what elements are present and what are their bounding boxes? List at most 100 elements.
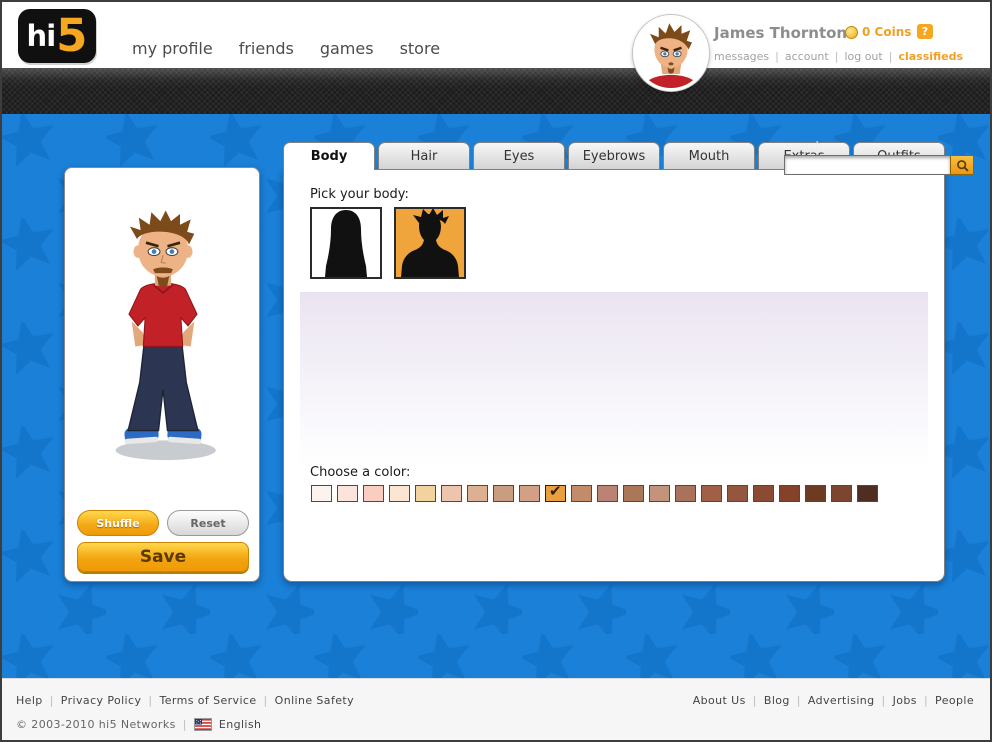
nav-item-store[interactable]: store <box>400 39 440 58</box>
shuffle-button[interactable]: Shuffle <box>77 510 159 536</box>
main-nav: my profile friends games store <box>132 39 440 58</box>
nav-item-friends[interactable]: friends <box>239 39 294 58</box>
male-silhouette-icon <box>401 209 459 277</box>
link-classifieds[interactable]: classifieds <box>898 50 963 63</box>
search-button[interactable] <box>950 155 974 175</box>
footer-link-people[interactable]: People <box>935 694 974 707</box>
color-swatch[interactable] <box>519 485 540 502</box>
body-option-male[interactable] <box>394 207 466 279</box>
separator: | <box>834 50 839 63</box>
separator: | <box>182 718 187 731</box>
footer-copyright-row: © 2003-2010 hi5 Networks | English <box>16 718 261 731</box>
body-options <box>310 207 466 279</box>
color-swatch[interactable] <box>441 485 462 502</box>
color-swatch[interactable] <box>727 485 748 502</box>
link-messages[interactable]: messages <box>714 50 769 63</box>
color-swatch[interactable] <box>389 485 410 502</box>
nav-item-my-profile[interactable]: my profile <box>132 39 213 58</box>
pick-body-label: Pick your body: <box>310 187 409 202</box>
avatar-preview-image <box>115 210 216 461</box>
save-button[interactable]: Save <box>77 542 249 572</box>
color-swatch[interactable] <box>415 485 436 502</box>
site-header: hi 5 my profile friends games store Jame… <box>2 2 990 91</box>
account-links: messages | account | log out | classifie… <box>714 50 963 63</box>
coin-icon <box>845 25 858 39</box>
color-swatches: ✔ <box>311 482 878 502</box>
search-label: search <box>786 139 823 152</box>
color-swatch[interactable] <box>753 485 774 502</box>
reset-button[interactable]: Reset <box>167 510 249 536</box>
footer-link-jobs[interactable]: Jobs <box>893 694 917 707</box>
footer-link-about-us[interactable]: About Us <box>693 694 746 707</box>
color-swatch[interactable] <box>857 485 878 502</box>
color-swatch[interactable] <box>649 485 670 502</box>
color-swatch[interactable] <box>597 485 618 502</box>
language-link[interactable]: English <box>219 718 262 731</box>
color-swatch[interactable] <box>467 485 488 502</box>
color-swatch-selected[interactable]: ✔ <box>545 482 566 502</box>
tab-panel-body: Pick your body: Choose a color: ✔ <box>283 169 945 582</box>
user-avatar[interactable] <box>633 15 709 91</box>
footer-link-help[interactable]: Help <box>16 694 43 707</box>
footer-link-privacy-policy[interactable]: Privacy Policy <box>61 694 142 707</box>
color-swatch[interactable] <box>805 485 826 502</box>
color-swatch[interactable] <box>623 485 644 502</box>
tab-eyebrows[interactable]: Eyebrows <box>568 142 660 169</box>
user-avatar-image <box>636 18 706 88</box>
user-name: James Thornton <box>714 24 848 42</box>
magnifier-icon <box>956 159 969 172</box>
footer-link-terms-of-service[interactable]: Terms of Service <box>159 694 256 707</box>
checkmark-icon: ✔ <box>549 482 562 500</box>
color-swatch[interactable] <box>831 485 852 502</box>
link-account[interactable]: account <box>785 50 829 63</box>
separator: | <box>888 50 893 63</box>
site-footer: Help | Privacy Policy | Terms of Service… <box>2 678 990 740</box>
body-option-female[interactable] <box>310 207 382 279</box>
panel-gradient <box>300 292 928 468</box>
color-swatch[interactable] <box>675 485 696 502</box>
tab-body[interactable]: Body <box>283 142 375 171</box>
color-swatch[interactable] <box>779 485 800 502</box>
color-swatch[interactable] <box>363 485 384 502</box>
tab-mouth[interactable]: Mouth <box>663 142 755 169</box>
search-box <box>784 155 974 175</box>
separator: | <box>148 694 153 707</box>
color-swatch[interactable] <box>571 485 592 502</box>
color-swatch[interactable] <box>311 485 332 502</box>
customization-panel: Body Hair Eyes Eyebrows Mouth Extras Out… <box>283 142 945 582</box>
female-silhouette-icon <box>325 210 367 277</box>
logo-text-5: 5 <box>56 8 88 62</box>
nav-item-games[interactable]: games <box>320 39 374 58</box>
footer-link-online-safety[interactable]: Online Safety <box>275 694 354 707</box>
footer-link-advertising[interactable]: Advertising <box>808 694 875 707</box>
color-swatch[interactable] <box>493 485 514 502</box>
color-swatch[interactable] <box>337 485 358 502</box>
separator: | <box>263 694 268 707</box>
separator: | <box>881 694 886 707</box>
help-button[interactable]: ? <box>917 24 933 39</box>
tab-hair[interactable]: Hair <box>378 142 470 169</box>
link-log-out[interactable]: log out <box>844 50 882 63</box>
search-input[interactable] <box>784 155 950 175</box>
separator: | <box>49 694 54 707</box>
choose-color-label: Choose a color: <box>310 465 411 480</box>
avatar-preview-panel: Shuffle Reset Save <box>64 167 260 582</box>
us-flag-icon <box>193 718 212 731</box>
footer-link-blog[interactable]: Blog <box>764 694 790 707</box>
separator: | <box>923 694 929 707</box>
footer-links-right: About Us | Blog | Advertising | Jobs | P… <box>693 694 974 707</box>
separator: | <box>796 694 801 707</box>
color-swatch[interactable] <box>701 485 722 502</box>
hi5-logo[interactable]: hi 5 <box>18 9 96 63</box>
coins-indicator[interactable]: 0 Coins <box>845 25 911 39</box>
separator: | <box>752 694 757 707</box>
footer-links-left: Help | Privacy Policy | Terms of Service… <box>16 694 354 707</box>
editor-content: Shuffle Reset Save Body Hair Eyes Eyebro… <box>2 114 990 678</box>
coins-count: 0 Coins <box>862 25 912 39</box>
copyright-text: © 2003-2010 hi5 Networks <box>16 718 176 731</box>
logo-text-hi: hi <box>26 19 57 53</box>
tab-eyes[interactable]: Eyes <box>473 142 565 169</box>
search-bar: search <box>2 68 990 175</box>
separator: | <box>775 50 779 63</box>
hi5-avatar-editor-page: hi 5 my profile friends games store Jame… <box>0 0 992 742</box>
